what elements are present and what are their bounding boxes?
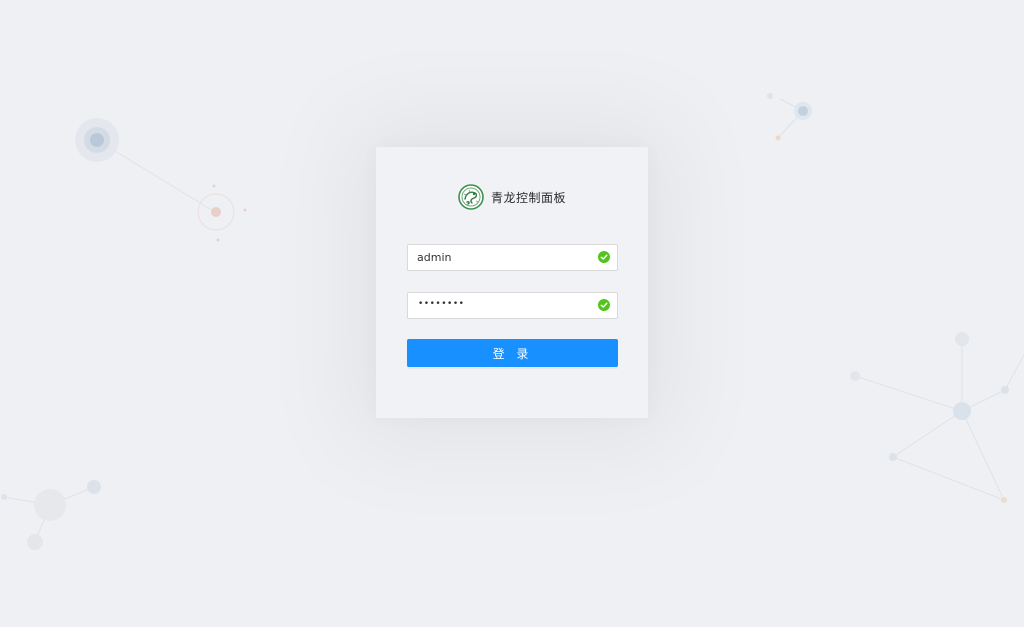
password-input[interactable]: •••••••• [418, 299, 464, 309]
username-field[interactable] [407, 244, 618, 271]
brand-header: 青龙控制面板 [376, 183, 648, 211]
login-card: 青龙控制面板 •••••••• 登 录 [376, 147, 648, 418]
login-button[interactable]: 登 录 [407, 339, 618, 367]
qinglong-dragon-logo-icon [458, 184, 484, 210]
username-input[interactable] [408, 245, 597, 270]
password-field[interactable]: •••••••• [407, 292, 618, 319]
check-circle-icon [598, 299, 610, 311]
login-page: 青龙控制面板 •••••••• 登 录 [0, 0, 1024, 627]
check-circle-icon [598, 251, 610, 263]
app-title: 青龙控制面板 [490, 190, 566, 205]
